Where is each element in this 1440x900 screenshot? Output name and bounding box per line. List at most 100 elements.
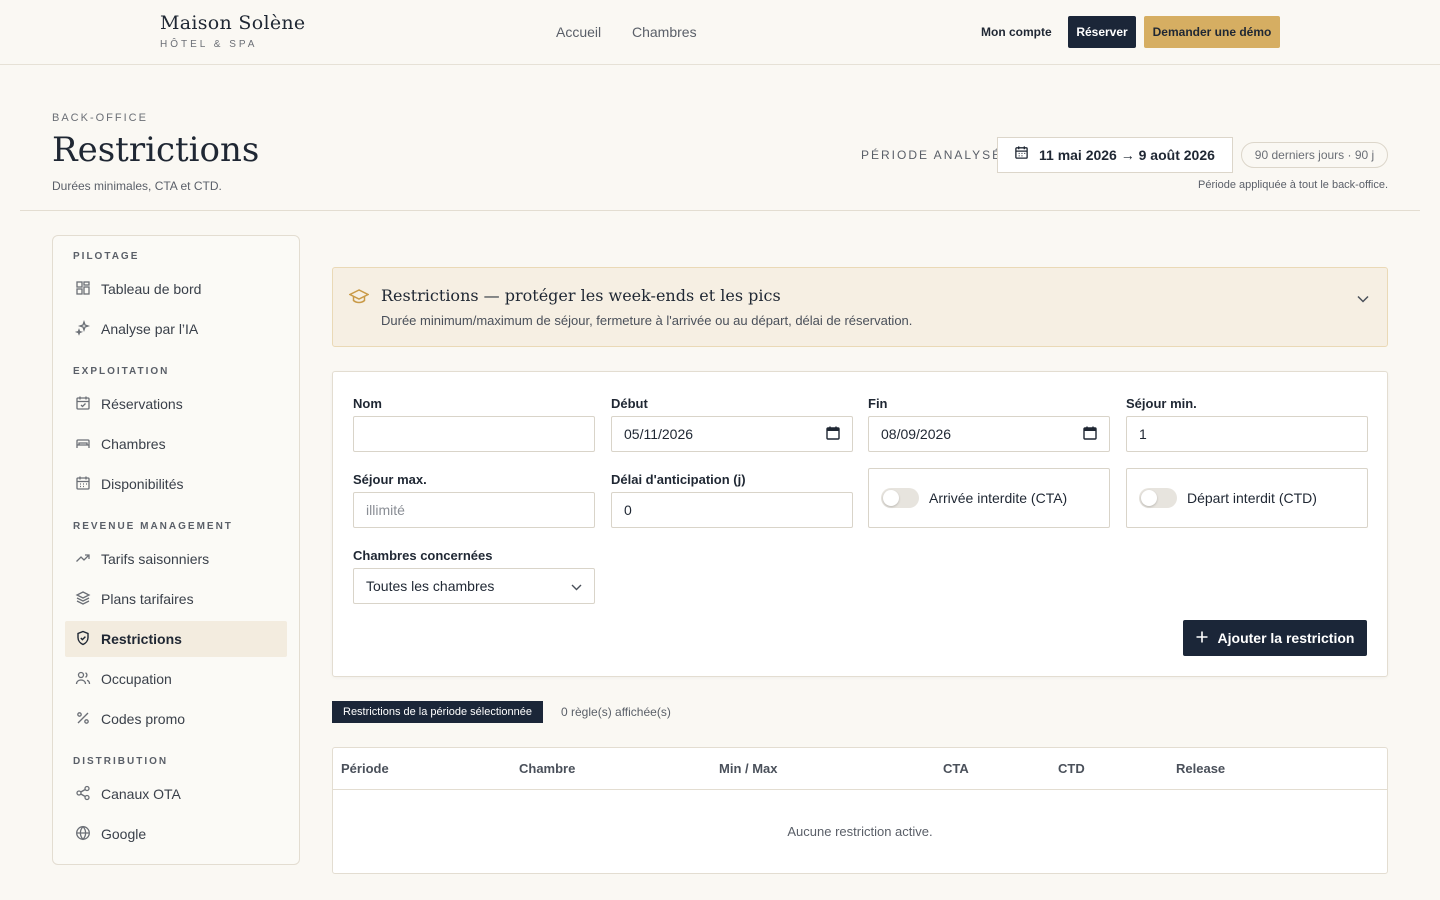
- sidebar-section-title: PILOTAGE: [73, 251, 140, 262]
- graduation-cap-icon: [348, 288, 370, 309]
- period-dates: 11 mai 2026 → 9 août 2026: [1039, 147, 1215, 163]
- sidebar-item-google[interactable]: Google: [65, 816, 287, 852]
- globe-icon: [75, 825, 91, 844]
- period-note: Période appliquée à tout le back-office.: [1198, 179, 1388, 191]
- sidebar-item-restrictions[interactable]: Restrictions: [65, 621, 287, 657]
- column-header[interactable]: Période: [341, 761, 389, 776]
- bed-icon: [75, 435, 91, 454]
- sidebar-item-label: Tableau de bord: [101, 281, 202, 297]
- sidebar-item-label: Restrictions: [101, 631, 182, 647]
- column-header[interactable]: Min / Max: [719, 761, 778, 776]
- column-header[interactable]: Release: [1176, 761, 1225, 776]
- brand-subtitle: HÔTEL & SPA: [160, 39, 258, 50]
- calendar-icon: [75, 475, 91, 494]
- sidebar-item-label: Codes promo: [101, 711, 186, 727]
- share-icon: [75, 785, 91, 804]
- period-picker[interactable]: 11 mai 2026 → 9 août 2026: [997, 137, 1233, 173]
- sidebar-section-title: EXPLOITATION: [73, 366, 170, 377]
- sidebar-item-availability[interactable]: Disponibilités: [65, 466, 287, 502]
- sidebar-item-dashboard[interactable]: Tableau de bord: [65, 271, 287, 307]
- max-stay-input[interactable]: illimité: [353, 492, 595, 528]
- sidebar-item-label: Disponibilités: [101, 476, 184, 492]
- sidebar-item-label: Google: [101, 826, 147, 842]
- name-label: Nom: [353, 396, 382, 411]
- rooms-label: Chambres concernées: [353, 548, 493, 563]
- min-stay-input[interactable]: 1: [1126, 416, 1368, 452]
- nav-link-home[interactable]: Accueil: [556, 24, 601, 40]
- plus-icon: [1196, 630, 1208, 646]
- column-header[interactable]: CTD: [1058, 761, 1085, 776]
- end-date-input[interactable]: 08/09/2026: [868, 416, 1110, 452]
- layers-icon: [75, 590, 91, 609]
- page-eyebrow: BACK-OFFICE: [52, 112, 148, 124]
- trending-up-icon: [75, 550, 91, 569]
- sidebar-item-reservations[interactable]: Réservations: [65, 386, 287, 422]
- end-date-value: 08/09/2026: [881, 426, 952, 442]
- top-navbar: Maison Solène HÔTEL & SPA Accueil Chambr…: [0, 0, 1440, 65]
- start-date-value: 05/11/2026: [624, 426, 694, 442]
- sidebar-item-label: Tarifs saisonniers: [101, 551, 210, 567]
- sidebar-section-title: DISTRIBUTION: [73, 756, 169, 767]
- cta-toggle[interactable]: [881, 488, 919, 508]
- ctd-label: Départ interdit (CTD): [1187, 490, 1317, 506]
- page-title: Restrictions: [52, 130, 260, 170]
- column-header[interactable]: Chambre: [519, 761, 575, 776]
- rule-count: 0 règle(s) affichée(s): [561, 705, 671, 719]
- brand-name: Maison Solène: [160, 12, 306, 34]
- sidebar-item-label: Analyse par l’IA: [101, 321, 199, 337]
- calendar-check-icon: [75, 395, 91, 414]
- account-link[interactable]: Mon compte: [981, 25, 1052, 39]
- page-subtitle: Durées minimales, CTA et CTD.: [52, 179, 222, 193]
- brand-logo[interactable]: Maison Solène HÔTEL & SPA: [160, 12, 305, 50]
- period-preset-pill[interactable]: 90 derniers jours · 90 j: [1241, 142, 1388, 168]
- request-demo-button[interactable]: Demander une démo: [1144, 16, 1280, 48]
- chevron-down-icon[interactable]: [1357, 290, 1369, 308]
- period-filter-tag[interactable]: Restrictions de la période sélectionnée: [332, 701, 543, 723]
- sidebar-item-ota-channels[interactable]: Canaux OTA: [65, 776, 287, 812]
- table-header: Période Chambre Min / Max CTA CTD Releas…: [333, 748, 1387, 790]
- period-label: PÉRIODE ANALYSÉE: [861, 148, 1013, 162]
- end-date-label: Fin: [868, 396, 888, 411]
- lead-time-input[interactable]: 0: [611, 492, 853, 528]
- nav-link-rooms[interactable]: Chambres: [632, 24, 697, 40]
- min-stay-label: Séjour min.: [1126, 396, 1197, 411]
- add-restriction-button[interactable]: Ajouter la restriction: [1183, 620, 1367, 656]
- max-stay-label: Séjour max.: [353, 472, 427, 487]
- chevron-down-icon: [571, 578, 582, 594]
- calendar-icon[interactable]: [826, 426, 840, 443]
- calendar-icon[interactable]: [1083, 426, 1097, 443]
- sidebar-item-ai-analysis[interactable]: Analyse par l’IA: [65, 311, 287, 347]
- sidebar: PILOTAGE Tableau de bord Analyse par l’I…: [52, 235, 300, 865]
- sidebar-item-occupancy[interactable]: Occupation: [65, 661, 287, 697]
- cta-toggle-field: Arrivée interdite (CTA): [868, 468, 1110, 528]
- sidebar-item-label: Réservations: [101, 396, 183, 412]
- header-divider: [20, 210, 1420, 211]
- rooms-select[interactable]: Toutes les chambres: [353, 568, 595, 604]
- sidebar-item-promo-codes[interactable]: Codes promo: [65, 701, 287, 737]
- start-date-label: Début: [611, 396, 648, 411]
- sidebar-item-label: Chambres: [101, 436, 166, 452]
- sparkles-icon: [74, 319, 91, 339]
- banner-description: Durée minimum/maximum de séjour, fermetu…: [381, 313, 913, 328]
- start-date-input[interactable]: 05/11/2026: [611, 416, 853, 452]
- percent-icon: [75, 710, 91, 729]
- add-restriction-label: Ajouter la restriction: [1217, 630, 1355, 646]
- empty-state: Aucune restriction active.: [787, 824, 933, 839]
- reserve-button[interactable]: Réserver: [1068, 16, 1136, 48]
- sidebar-item-rate-plans[interactable]: Plans tarifaires: [65, 581, 287, 617]
- name-input[interactable]: [353, 416, 595, 452]
- restriction-form: Nom Début 05/11/2026 Fin 08/09/2026 Séjo…: [332, 371, 1388, 677]
- shield-check-icon: [75, 630, 91, 649]
- info-banner[interactable]: Restrictions — protéger les week-ends et…: [332, 267, 1388, 347]
- banner-title: Restrictions — protéger les week-ends et…: [381, 286, 781, 305]
- sidebar-item-seasonal-rates[interactable]: Tarifs saisonniers: [65, 541, 287, 577]
- restrictions-table: Période Chambre Min / Max CTA CTD Releas…: [332, 747, 1388, 874]
- calendar-icon: [1014, 145, 1029, 165]
- sidebar-item-rooms[interactable]: Chambres: [65, 426, 287, 462]
- cta-label: Arrivée interdite (CTA): [929, 490, 1068, 506]
- column-header[interactable]: CTA: [943, 761, 969, 776]
- users-icon: [75, 670, 91, 689]
- lead-time-label: Délai d'anticipation (j): [611, 472, 746, 487]
- ctd-toggle[interactable]: [1139, 488, 1177, 508]
- sidebar-item-label: Occupation: [101, 671, 172, 687]
